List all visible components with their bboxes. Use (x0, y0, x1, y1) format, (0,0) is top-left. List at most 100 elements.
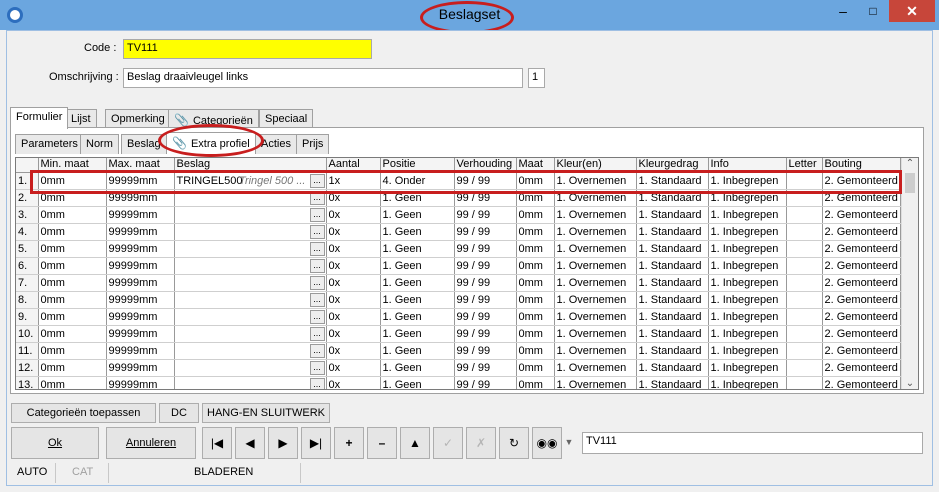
cell-kleuren[interactable]: 1. Overnemen (554, 291, 637, 309)
cell-letter[interactable] (786, 206, 823, 224)
cell-kleuren[interactable]: 1. Overnemen (554, 325, 637, 343)
first-icon[interactable]: |◀ (202, 427, 232, 459)
cell-bouting[interactable]: 2. Gemonteerd (822, 376, 901, 389)
cell-aantal[interactable]: 0x (326, 342, 381, 360)
cell-letter[interactable] (786, 274, 823, 292)
next-icon[interactable]: ▶ (268, 427, 298, 459)
remove-icon[interactable]: – (367, 427, 397, 459)
cell-positie[interactable]: 1. Geen (380, 359, 455, 377)
cell-positie[interactable]: 1. Geen (380, 257, 455, 275)
cell-kleurgedrag[interactable]: 1. Standaard (636, 240, 709, 258)
table-row[interactable]: 10. 0mm 99999mm... 0x 1. Geen 99 / 99 0mm 1. Ov… (16, 325, 901, 343)
cell-positie[interactable]: 1. Geen (380, 223, 455, 241)
cell-positie[interactable]: 1. Geen (380, 342, 455, 360)
cell-bouting[interactable]: 2. Gemonteerd (822, 240, 901, 258)
ok-button[interactable]: Ok (11, 427, 99, 459)
cell-beslag[interactable]: ... (174, 257, 327, 275)
ellipsis-button[interactable]: ... (309, 377, 325, 389)
cell-maat[interactable]: 0mm (516, 376, 555, 389)
ellipsis-button[interactable]: ... (309, 275, 325, 290)
ellipsis-button[interactable]: ... (309, 241, 325, 256)
table-row[interactable]: 6. 0mm 99999mm... 0x 1. Geen 99 / 99 0mm 1. Ove… (16, 257, 901, 275)
cell-verhouding[interactable]: 99 / 99 (454, 359, 517, 377)
tab-norm[interactable]: Norm (80, 134, 119, 154)
cell-beslag[interactable]: ... (174, 359, 327, 377)
omschrijving-field[interactable]: Beslag draaivleugel links (123, 68, 523, 88)
last-icon[interactable]: ▶| (301, 427, 331, 459)
cell-aantal[interactable]: 0x (326, 359, 381, 377)
cell-bouting[interactable]: 2. Gemonteerd (822, 257, 901, 275)
cell-max-maat[interactable]: 99999mm (106, 223, 175, 241)
cell-aantal[interactable]: 0x (326, 257, 381, 275)
cell-beslag[interactable]: ... (174, 206, 327, 224)
cell-positie[interactable]: 1. Geen (380, 274, 455, 292)
cell-max-maat[interactable]: 99999mm (106, 257, 175, 275)
cell-aantal[interactable]: 0x (326, 308, 381, 326)
cell-kleuren[interactable]: 1. Overnemen (554, 223, 637, 241)
cell-info[interactable]: 1. Inbegrepen (708, 291, 787, 309)
cell-verhouding[interactable]: 99 / 99 (454, 274, 517, 292)
dropdown-icon[interactable]: ▼ (562, 427, 576, 459)
cell-min-maat[interactable]: 0mm (38, 240, 107, 258)
close-button[interactable]: ✕ (889, 0, 935, 22)
hang-sluitwerk-button[interactable]: HANG-EN SLUITWERK (202, 403, 330, 423)
cell-info[interactable]: 1. Inbegrepen (708, 223, 787, 241)
cell-verhouding[interactable]: 99 / 99 (454, 308, 517, 326)
tab-parameters[interactable]: Parameters (15, 134, 84, 154)
cancel-button[interactable]: Annuleren (106, 427, 196, 459)
cell-kleuren[interactable]: 1. Overnemen (554, 257, 637, 275)
cell-kleurgedrag[interactable]: 1. Standaard (636, 206, 709, 224)
table-row[interactable]: 5. 0mm 99999mm... 0x 1. Geen 99 / 99 0mm 1. Ove… (16, 240, 901, 258)
cell-aantal[interactable]: 0x (326, 206, 381, 224)
cell-min-maat[interactable]: 0mm (38, 223, 107, 241)
ellipsis-button[interactable]: ... (309, 360, 325, 375)
cell-beslag[interactable]: ... (174, 308, 327, 326)
cell-beslag[interactable]: ... (174, 376, 327, 389)
ellipsis-button[interactable]: ... (309, 207, 325, 222)
table-row[interactable]: 13. 0mm 99999mm... 0x 1. Geen 99 / 99 0mm 1. Ov… (16, 376, 901, 389)
table-row[interactable]: 8. 0mm 99999mm... 0x 1. Geen 99 / 99 0mm 1. Ove… (16, 291, 901, 309)
cell-kleuren[interactable]: 1. Overnemen (554, 308, 637, 326)
cell-info[interactable]: 1. Inbegrepen (708, 257, 787, 275)
ellipsis-button[interactable]: ... (309, 326, 325, 341)
cell-max-maat[interactable]: 99999mm (106, 376, 175, 389)
cell-letter[interactable] (786, 291, 823, 309)
cell-maat[interactable]: 0mm (516, 291, 555, 309)
cell-aantal[interactable]: 0x (326, 223, 381, 241)
cell-beslag[interactable]: ... (174, 342, 327, 360)
cell-bouting[interactable]: 2. Gemonteerd (822, 342, 901, 360)
tab-formulier[interactable]: Formulier (10, 107, 69, 129)
cell-kleuren[interactable]: 1. Overnemen (554, 274, 637, 292)
cell-max-maat[interactable]: 99999mm (106, 274, 175, 292)
maximize-button[interactable]: □ (859, 0, 887, 22)
cell-verhouding[interactable]: 99 / 99 (454, 325, 517, 343)
cell-info[interactable]: 1. Inbegrepen (708, 359, 787, 377)
cell-min-maat[interactable]: 0mm (38, 376, 107, 389)
cell-bouting[interactable]: 2. Gemonteerd (822, 291, 901, 309)
cell-kleurgedrag[interactable]: 1. Standaard (636, 223, 709, 241)
cell-min-maat[interactable]: 0mm (38, 325, 107, 343)
cell-min-maat[interactable]: 0mm (38, 274, 107, 292)
cell-maat[interactable]: 0mm (516, 308, 555, 326)
cell-verhouding[interactable]: 99 / 99 (454, 223, 517, 241)
cell-maat[interactable]: 0mm (516, 359, 555, 377)
cell-info[interactable]: 1. Inbegrepen (708, 325, 787, 343)
cell-aantal[interactable]: 0x (326, 325, 381, 343)
cell-info[interactable]: 1. Inbegrepen (708, 240, 787, 258)
cell-maat[interactable]: 0mm (516, 342, 555, 360)
cell-kleurgedrag[interactable]: 1. Standaard (636, 325, 709, 343)
cell-maat[interactable]: 0mm (516, 206, 555, 224)
cell-beslag[interactable]: ... (174, 223, 327, 241)
cell-letter[interactable] (786, 257, 823, 275)
minimize-button[interactable]: – (829, 0, 857, 22)
table-row[interactable]: 3. 0mm 99999mm... 0x 1. Geen 99 / 99 0mm 1. Ove… (16, 206, 901, 224)
cell-kleurgedrag[interactable]: 1. Standaard (636, 257, 709, 275)
table-row[interactable]: 12. 0mm 99999mm... 0x 1. Geen 99 / 99 0mm 1. Ov… (16, 359, 901, 377)
cell-letter[interactable] (786, 342, 823, 360)
cell-positie[interactable]: 1. Geen (380, 206, 455, 224)
add-icon[interactable]: + (334, 427, 364, 459)
cell-max-maat[interactable]: 99999mm (106, 308, 175, 326)
cell-min-maat[interactable]: 0mm (38, 206, 107, 224)
apply-categories-button[interactable]: Categorieën toepassen (11, 403, 156, 423)
cell-verhouding[interactable]: 99 / 99 (454, 342, 517, 360)
